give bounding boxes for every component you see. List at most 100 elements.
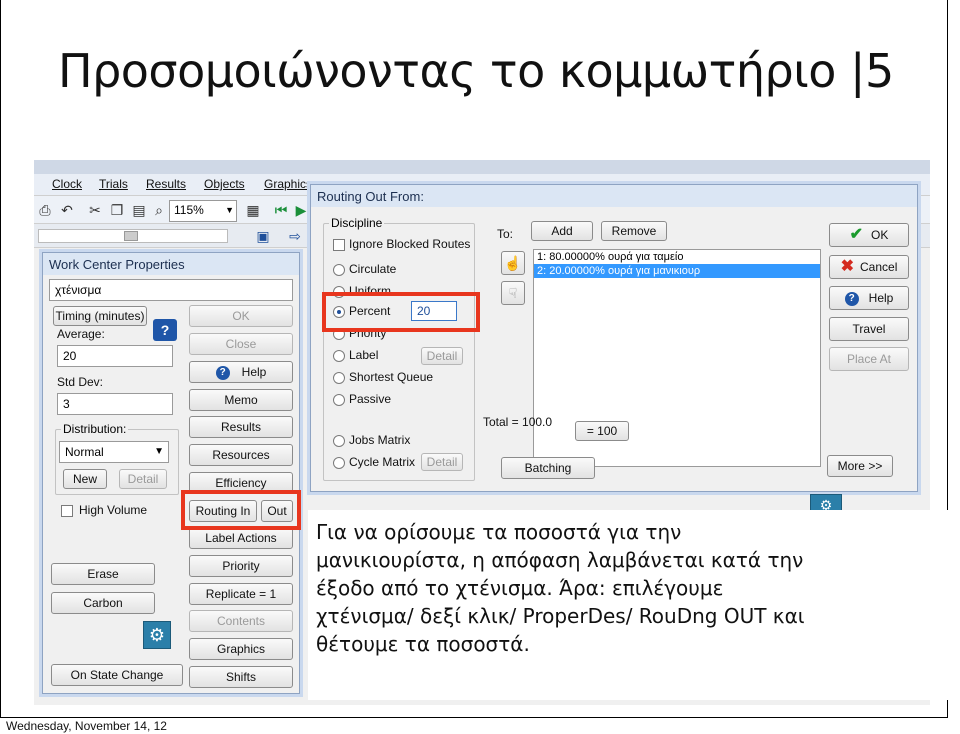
route-item[interactable]: 1: 80.00000% ουρά για ταμείο xyxy=(534,250,820,264)
circulate-label: Circulate xyxy=(349,262,397,276)
work-center-name-input[interactable]: χτένισμα xyxy=(49,279,293,301)
app-titlebar xyxy=(34,160,930,174)
cancel-button[interactable]: ✖ Cancel xyxy=(829,255,909,279)
rewind-icon[interactable]: ⏮ xyxy=(272,201,290,219)
distribution-detail-button[interactable]: Detail xyxy=(119,469,167,489)
callout-line: έξοδο από το χτένισμα. Άρα: επιλέγουμε xyxy=(316,576,724,600)
cancel-button-label: Cancel xyxy=(860,260,898,274)
close-button[interactable]: Close xyxy=(189,333,293,355)
shifts-button[interactable]: Shifts xyxy=(189,666,293,688)
dialog-title: Work Center Properties xyxy=(43,253,299,275)
more-button[interactable]: More >> xyxy=(827,455,893,477)
cycle-detail-button[interactable]: Detail xyxy=(421,453,463,471)
slide-title: Προσομοιώνοντας το κομμωτήριο |5 xyxy=(58,44,894,98)
std-dev-label: Std Dev: xyxy=(57,375,104,389)
average-label: Average: xyxy=(57,327,105,341)
label-label: Label xyxy=(349,348,379,362)
menu-trials[interactable]: Trials xyxy=(99,177,128,191)
footer-date: Wednesday, November 14, 12 xyxy=(6,719,167,733)
carbon-button[interactable]: Carbon xyxy=(51,592,155,614)
copy-icon[interactable]: ❐ xyxy=(108,201,126,219)
priority-button[interactable]: Priority xyxy=(189,555,293,577)
percent-highlight-box xyxy=(322,292,480,332)
passive-radio[interactable] xyxy=(333,394,345,406)
zoom-select[interactable]: 115% ▼ xyxy=(169,200,237,222)
menu-objects[interactable]: Objects xyxy=(204,177,245,191)
erase-button[interactable]: Erase xyxy=(51,563,155,585)
ok-button[interactable]: ✔ OK xyxy=(829,223,909,247)
play-icon[interactable]: ▶ xyxy=(292,201,310,219)
place-at-button[interactable]: Place At xyxy=(829,347,909,371)
help-button-label: Help xyxy=(868,291,894,305)
gear-icon[interactable]: ⚙ xyxy=(143,621,171,649)
explanation-callout: Για να ορίσουμε τα ποσοστά για την μανικ… xyxy=(316,518,805,658)
travel-button[interactable]: Travel xyxy=(829,317,909,341)
hand-up-icon[interactable]: ☝ xyxy=(501,251,525,275)
save-icon[interactable]: ▣ xyxy=(254,227,272,245)
help-icon: ? xyxy=(215,365,230,380)
help-button[interactable]: ? Help xyxy=(189,361,293,383)
label-radio[interactable] xyxy=(333,350,345,362)
high-volume-label: High Volume xyxy=(79,503,148,517)
resources-button[interactable]: Resources xyxy=(189,444,293,466)
average-input[interactable]: 20 xyxy=(57,345,173,367)
shortest-queue-radio[interactable] xyxy=(333,372,345,384)
replicate-button[interactable]: Replicate = 1 xyxy=(189,583,293,605)
paste-icon[interactable]: ▤ xyxy=(130,201,148,219)
menu-graphics[interactable]: Graphics xyxy=(264,177,312,191)
arrow-right-icon[interactable]: ⇨ xyxy=(286,227,304,245)
high-volume-checkbox[interactable] xyxy=(61,505,73,517)
discipline-title: Discipline xyxy=(329,216,385,230)
on-state-change-button[interactable]: On State Change xyxy=(51,664,183,686)
menu-clock[interactable]: Clock xyxy=(52,177,82,191)
new-button[interactable]: New xyxy=(63,469,107,489)
std-dev-input[interactable]: 3 xyxy=(57,393,173,415)
menu-results[interactable]: Results xyxy=(146,177,186,191)
graphics-button[interactable]: Graphics xyxy=(189,638,293,660)
timing-button[interactable]: Timing (minutes) xyxy=(53,306,147,326)
cycle-matrix-radio[interactable] xyxy=(333,457,345,469)
close-icon: ✖ xyxy=(840,258,855,275)
contents-button[interactable]: Contents xyxy=(189,610,293,632)
equals-100-button[interactable]: = 100 xyxy=(575,421,629,441)
remove-button[interactable]: Remove xyxy=(601,221,667,241)
slide-left-border xyxy=(0,0,1,717)
add-button[interactable]: Add xyxy=(531,221,593,241)
undo-icon[interactable]: ↶ xyxy=(58,201,76,219)
chevron-down-icon: ▼ xyxy=(154,446,164,457)
label-actions-button[interactable]: Label Actions xyxy=(189,527,293,549)
help-button[interactable]: ? Help xyxy=(829,286,909,310)
callout-line: Για να ορίσουμε τα ποσοστά για την xyxy=(316,520,682,544)
label-detail-button[interactable]: Detail xyxy=(421,347,463,365)
slide-bottom-border xyxy=(0,717,948,718)
results-button[interactable]: Results xyxy=(189,416,293,438)
tools-icon[interactable]: ▦ xyxy=(244,201,262,219)
cycle-matrix-label: Cycle Matrix xyxy=(349,455,416,469)
work-center-properties-dialog: Work Center Properties χτένισμα Timing (… xyxy=(42,252,300,694)
batching-button[interactable]: Batching xyxy=(501,457,595,479)
help-icon: ? xyxy=(844,291,859,306)
total-label: Total = 100.0 xyxy=(483,415,553,429)
memo-button[interactable]: Memo xyxy=(189,389,293,411)
horizontal-scrollbar[interactable] xyxy=(38,229,228,243)
ok-button[interactable]: OK xyxy=(189,305,293,327)
print-icon[interactable]: ⎙ xyxy=(36,201,54,219)
routing-highlight-box xyxy=(181,490,301,530)
distribution-title: Distribution: xyxy=(61,422,129,436)
ignore-blocked-checkbox[interactable] xyxy=(333,239,345,251)
distribution-select[interactable]: Normal ▼ xyxy=(59,441,169,463)
jobs-matrix-radio[interactable] xyxy=(333,435,345,447)
circulate-radio[interactable] xyxy=(333,264,345,276)
route-item[interactable]: 2: 20.00000% ουρά για μανικιουρ xyxy=(534,264,820,278)
distribution-value: Normal xyxy=(65,445,104,459)
hand-down-icon[interactable]: ☟ xyxy=(501,281,525,305)
routing-out-dialog: Routing Out From: Discipline Ignore Bloc… xyxy=(310,184,918,492)
help-icon[interactable]: ? xyxy=(153,319,177,341)
routing-dialog-title: Routing Out From: xyxy=(311,185,917,207)
cut-icon[interactable]: ✂ xyxy=(86,201,104,219)
scrollbar-thumb[interactable] xyxy=(124,231,138,241)
jobs-matrix-label: Jobs Matrix xyxy=(349,433,411,447)
shortest-queue-label: Shortest Queue xyxy=(349,370,434,384)
zoom-icon[interactable]: ⌕ xyxy=(150,201,168,219)
callout-line: χτένισμα/ δεξί κλικ/ ProperDes/ RouDng O… xyxy=(316,604,805,628)
